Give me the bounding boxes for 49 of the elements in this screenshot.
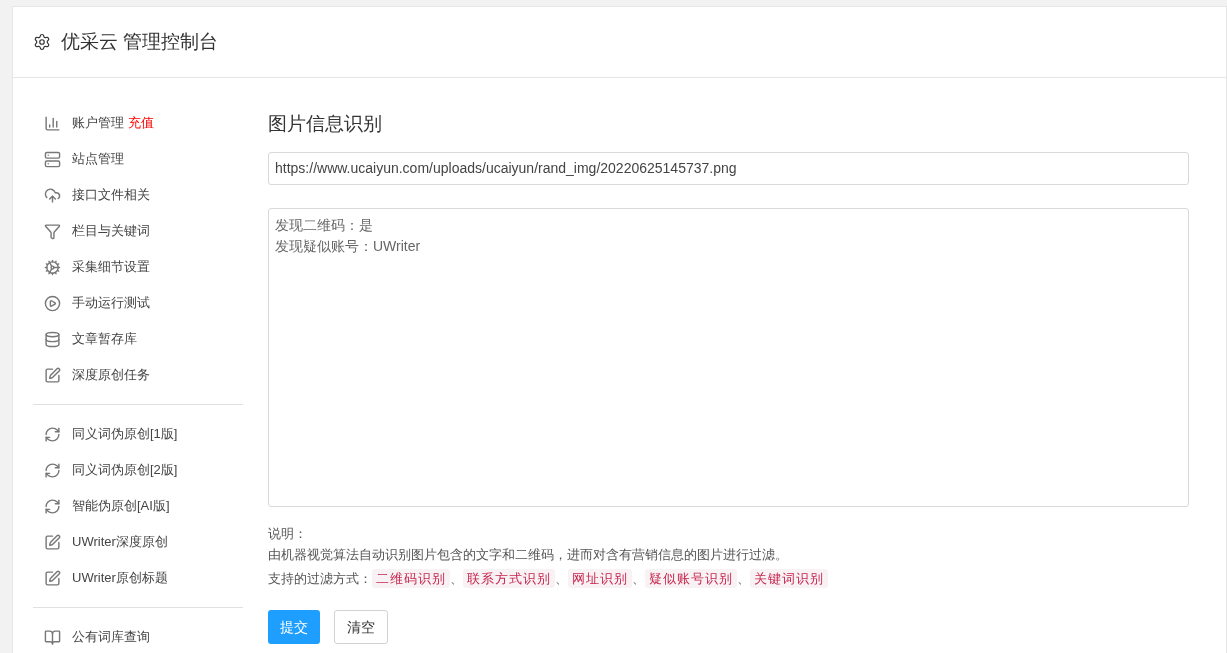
filter-tag: 关键词识别 xyxy=(750,568,828,588)
database-icon xyxy=(44,330,61,348)
settings-icon xyxy=(33,33,51,51)
sidebar-item[interactable]: 采集细节设置 xyxy=(33,249,243,285)
sidebar-item[interactable]: 同义词伪原创[1版] xyxy=(33,416,243,452)
section-title: 图片信息识别 xyxy=(268,112,383,136)
console-title: 优采云 管理控制台 xyxy=(61,29,219,54)
result-line: 发现二维码：是 xyxy=(275,215,373,235)
sidebar-item[interactable]: 文章暂存库 xyxy=(33,321,243,357)
bar-chart-icon xyxy=(44,114,61,132)
note-text: 由机器视觉算法自动识别图片包含的文字和二维码，进而对含有营销信息的图片进行过滤。 xyxy=(268,546,789,564)
separator: 、 xyxy=(555,569,568,588)
filter-tag: 疑似账号识别 xyxy=(645,568,737,588)
filters-label: 支持的过滤方式： xyxy=(268,569,372,588)
url-field[interactable]: https://www.ucaiyun.com/uploads/ucaiyun/rand_img/20220625145737.png xyxy=(268,151,1189,185)
cloud-upload-icon xyxy=(44,186,61,204)
separator: 、 xyxy=(632,569,645,588)
edit-icon xyxy=(44,366,61,384)
result-line: 发现疑似账号：UWriter xyxy=(275,236,421,256)
separator: 、 xyxy=(737,569,750,588)
sidebar-item[interactable]: 手动运行测试 xyxy=(33,285,243,321)
sidebar-item[interactable]: 同义词伪原创[2版] xyxy=(33,452,243,488)
gear-icon xyxy=(44,258,61,276)
note-heading: 说明： xyxy=(268,524,308,543)
refresh-icon xyxy=(44,461,61,479)
edit-icon xyxy=(44,533,61,551)
sidebar-item[interactable]: 接口文件相关 xyxy=(33,177,243,213)
filter-tag: 网址识别 xyxy=(568,568,632,588)
sidebar-item[interactable]: 公有词库查询 xyxy=(33,619,243,653)
result-field[interactable]: 发现二维码：是 发现疑似账号：UWriter xyxy=(268,207,1189,507)
play-icon xyxy=(44,294,61,312)
sidebar-item[interactable]: 深度原创任务 xyxy=(33,357,243,393)
sidebar-item[interactable]: 栏目与关键词 xyxy=(33,213,243,249)
sidebar-item[interactable]: 智能伪原创[AI版] xyxy=(33,488,243,524)
recharge-label: 充值 xyxy=(128,114,154,133)
sidebar-item[interactable]: UWriter原创标题 xyxy=(33,560,243,596)
sidebar-item[interactable]: 站点管理 xyxy=(33,141,243,177)
clear-button[interactable]: 清空 xyxy=(334,610,388,644)
filter-tag: 二维码识别 xyxy=(372,568,450,588)
refresh-icon xyxy=(44,425,61,443)
filter-icon xyxy=(44,222,61,240)
refresh-icon xyxy=(44,497,61,515)
edit-icon xyxy=(44,569,61,587)
sidebar-item[interactable]: 账户管理 充值 xyxy=(33,105,243,141)
book-icon xyxy=(44,628,61,646)
server-icon xyxy=(44,150,61,168)
filter-tag: 联系方式识别 xyxy=(463,568,555,588)
sidebar-item[interactable]: UWriter深度原创 xyxy=(33,524,243,560)
separator: 、 xyxy=(450,569,463,588)
